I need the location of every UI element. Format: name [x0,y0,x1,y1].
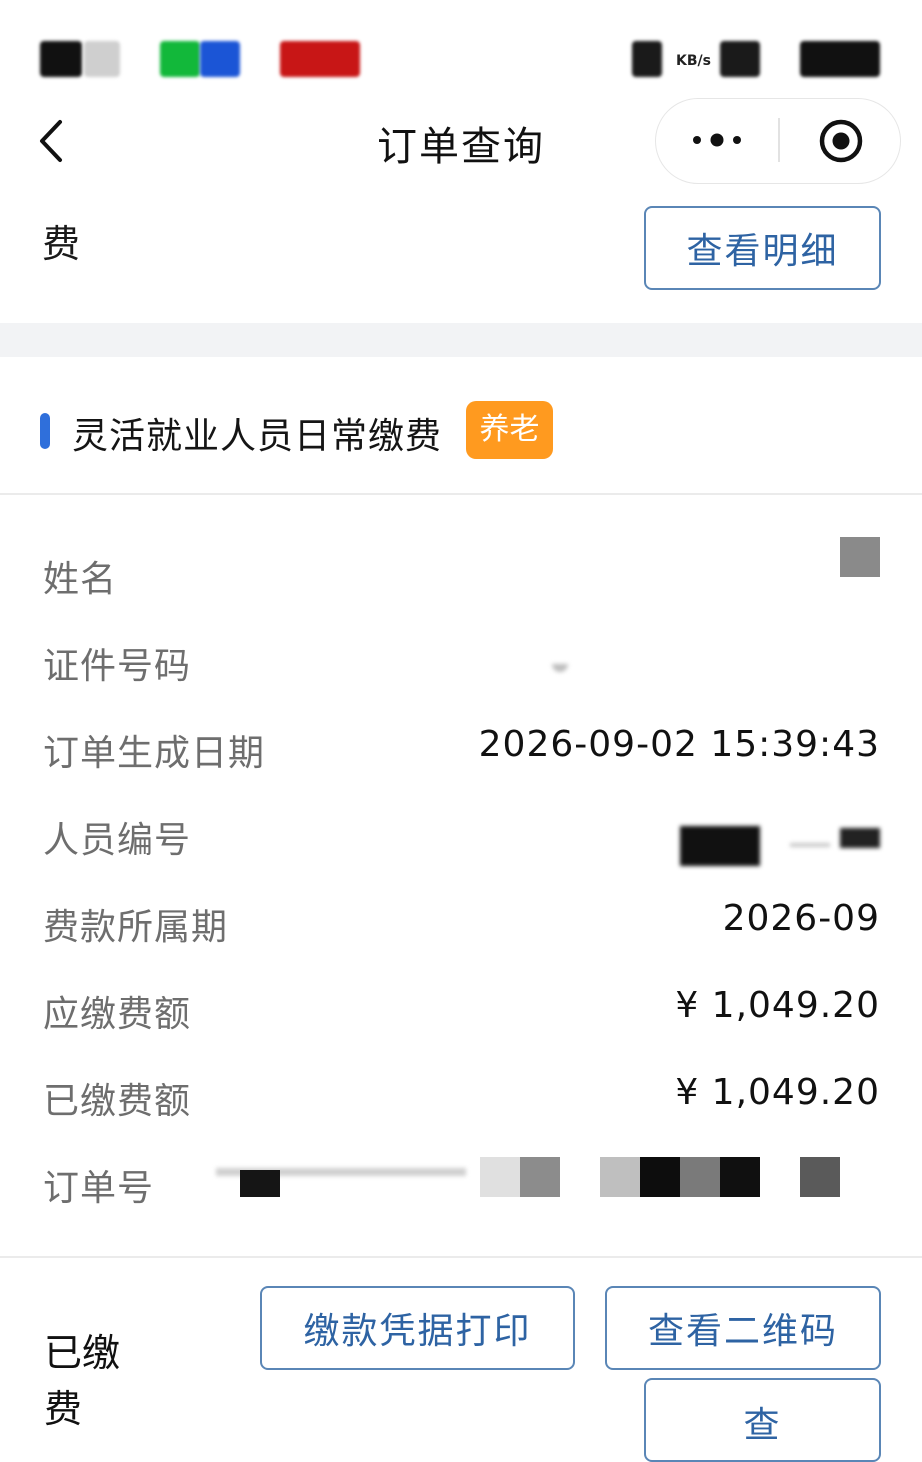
id-number-redaction [552,664,568,672]
field-label-id-number: 证件号码 [43,646,192,687]
capsule-divider [778,118,780,162]
amount-paid-value: ¥ 1,049.20 [675,1072,880,1113]
order-number-redaction [480,1157,520,1197]
amount-due-value: ¥ 1,049.20 [675,985,880,1026]
status-redaction [632,41,662,77]
print-receipt-button[interactable]: 缴款凭据打印 [260,1286,575,1370]
order-number-redaction [600,1157,640,1197]
order-date-value: 2026-09-02 15:39:43 [478,724,880,765]
field-label-order-date: 订单生成日期 [43,733,266,774]
payment-status: 费 [42,222,81,266]
billing-period-value: 2026-09 [722,898,880,939]
view-qr-code-button[interactable]: 查看二维码 [605,1286,881,1370]
order-number-redaction [720,1157,760,1197]
more-dots-icon[interactable] [690,128,744,152]
status-redaction [84,41,120,77]
status-redaction [160,41,200,77]
field-label-billing-period: 费款所属期 [43,907,229,948]
name-redaction [840,537,880,577]
divider [0,493,922,495]
status-redaction [40,41,82,77]
order-number-redaction [800,1157,840,1197]
status-redaction [280,41,360,77]
view-details-button[interactable]: 查看明细 [644,206,881,290]
pension-tag: 养老 [466,401,553,459]
field-label-name: 姓名 [43,559,118,600]
person-number-redaction [790,843,830,847]
section-title: 灵活就业人员日常缴费 [72,416,443,457]
section-gap [0,323,922,357]
query-button-partial[interactable]: 查 [644,1378,881,1462]
order-number-redaction [680,1157,720,1197]
divider [0,1256,922,1258]
status-redaction [200,41,240,77]
network-speed-unit: KB/s [676,53,711,69]
person-number-redaction [840,828,880,848]
field-label-amount-paid: 已缴费额 [43,1081,192,1122]
field-label-order-number: 订单号 [43,1168,155,1209]
battery-redaction [800,41,880,77]
order-number-redaction [520,1157,560,1197]
status-bar: KB/s [0,0,922,95]
paid-status: 已缴费 [44,1331,121,1431]
target-circle-icon[interactable] [818,118,864,164]
order-number-redaction [640,1157,680,1197]
signal-redaction [720,41,760,77]
order-number-redaction [240,1170,280,1197]
person-number-redaction [680,826,760,866]
field-label-amount-due: 应缴费额 [43,994,192,1035]
section-accent-bar [40,413,50,449]
field-label-person-number: 人员编号 [43,820,192,861]
